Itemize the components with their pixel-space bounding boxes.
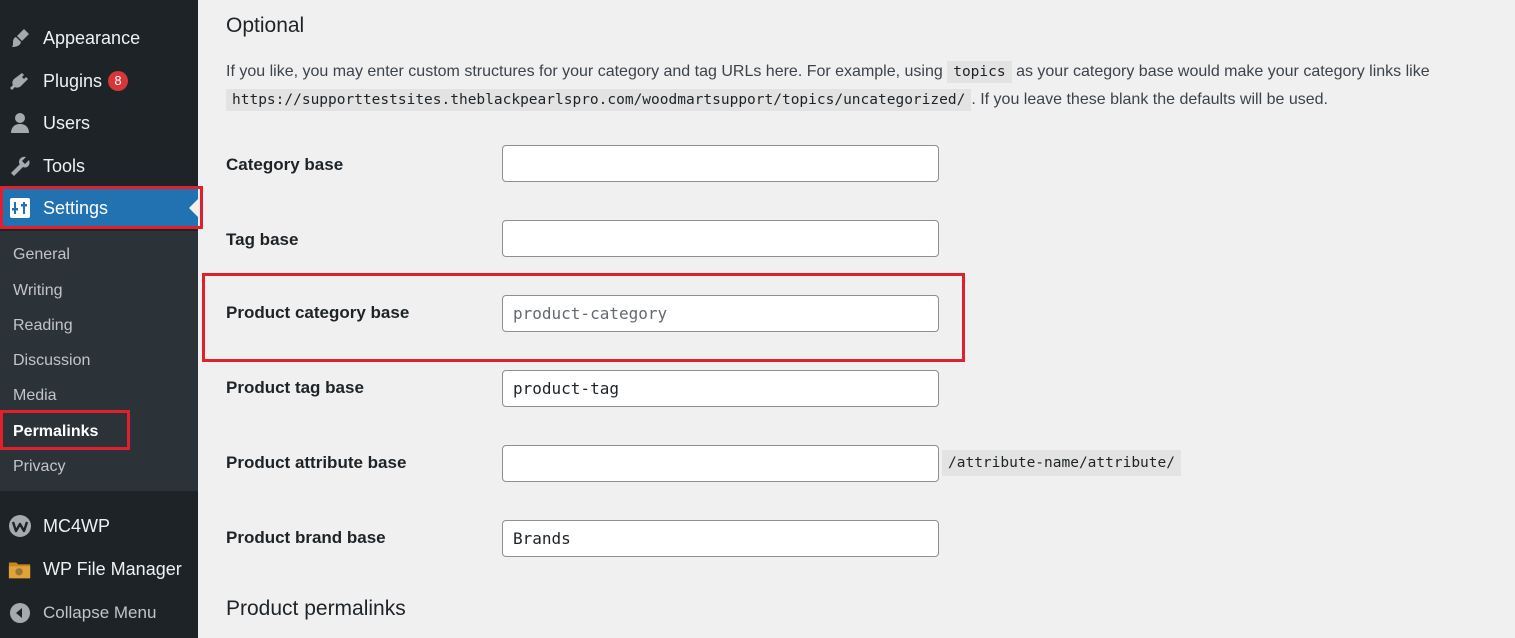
product-tag-base-input[interactable]: product-tag: [502, 370, 939, 407]
menu-label-users: Users: [43, 112, 91, 133]
menu-item-plugins[interactable]: Plugins 8: [0, 61, 198, 101]
section-title-optional: Optional: [226, 14, 305, 37]
optional-description: If you like, you may enter custom struct…: [226, 58, 1486, 114]
menu-label-wp-file-manager: WP File Manager: [43, 558, 182, 579]
mc4wp-icon: [8, 514, 32, 538]
submenu-permalinks[interactable]: Permalinks: [13, 423, 98, 441]
product-category-base-input[interactable]: product-category: [502, 295, 939, 332]
submenu-discussion[interactable]: Discussion: [13, 352, 90, 370]
menu-item-tools[interactable]: Tools: [0, 146, 198, 186]
menu-item-wp-file-manager[interactable]: WP File Manager: [0, 549, 198, 589]
folder-icon: [8, 557, 32, 581]
tag-base-input[interactable]: [502, 220, 939, 257]
main-content: Optional If you like, you may enter cust…: [198, 0, 1515, 638]
product-attribute-base-input[interactable]: [502, 445, 939, 482]
settings-submenu: General Writing Reading Discussion Media…: [0, 231, 198, 491]
settings-icon: [8, 196, 32, 220]
menu-label-tools: Tools: [43, 155, 86, 176]
label-product-category-base: Product category base: [226, 303, 410, 322]
product-brand-base-input[interactable]: Brands: [502, 520, 939, 557]
menu-item-mc4wp[interactable]: MC4WP: [0, 506, 198, 546]
collapse-icon: [8, 601, 32, 625]
label-product-brand-base: Product brand base: [226, 528, 386, 547]
category-base-input[interactable]: [502, 145, 939, 182]
description-text-2: as your category base would make your ca…: [1016, 63, 1430, 80]
submenu-general[interactable]: General: [13, 246, 70, 264]
description-text-1: If you like, you may enter custom struct…: [226, 63, 943, 80]
description-text-3: . If you leave these blank the defaults …: [971, 91, 1328, 108]
menu-label-settings: Settings: [43, 197, 109, 218]
collapse-menu-button[interactable]: Collapse Menu: [0, 593, 198, 633]
menu-label-appearance: Appearance: [43, 27, 141, 48]
wrench-icon: [8, 154, 32, 178]
menu-label-collapse: Collapse Menu: [43, 603, 157, 622]
menu-item-settings[interactable]: Settings: [0, 188, 198, 228]
label-product-attribute-base: Product attribute base: [226, 453, 407, 472]
submenu-writing[interactable]: Writing: [13, 282, 63, 300]
submenu-media[interactable]: Media: [13, 387, 57, 405]
menu-label-mc4wp: MC4WP: [43, 515, 110, 536]
label-tag-base: Tag base: [226, 230, 299, 249]
attribute-base-suffix: /attribute-name/attribute/: [942, 450, 1181, 476]
example-code-url: https://supporttestsites.theblackpearlsp…: [226, 89, 972, 111]
submenu-privacy[interactable]: Privacy: [13, 458, 65, 476]
paintbrush-icon: [8, 26, 32, 50]
label-product-tag-base: Product tag base: [226, 378, 364, 397]
menu-item-appearance[interactable]: Appearance: [0, 18, 198, 58]
plugins-icon: [8, 69, 32, 93]
section-title-product-permalinks: Product permalinks: [226, 597, 406, 620]
label-category-base: Category base: [226, 155, 344, 174]
menu-item-users[interactable]: Users: [0, 103, 198, 143]
users-icon: [8, 111, 32, 135]
plugins-update-badge: 8: [108, 70, 129, 91]
submenu-reading[interactable]: Reading: [13, 317, 73, 335]
active-menu-arrow: [189, 199, 198, 217]
menu-label-plugins: Plugins: [43, 70, 103, 91]
admin-sidebar: Appearance Plugins 8 Users Tools Settings…: [0, 0, 203, 638]
example-code-topics: topics: [947, 61, 1012, 83]
